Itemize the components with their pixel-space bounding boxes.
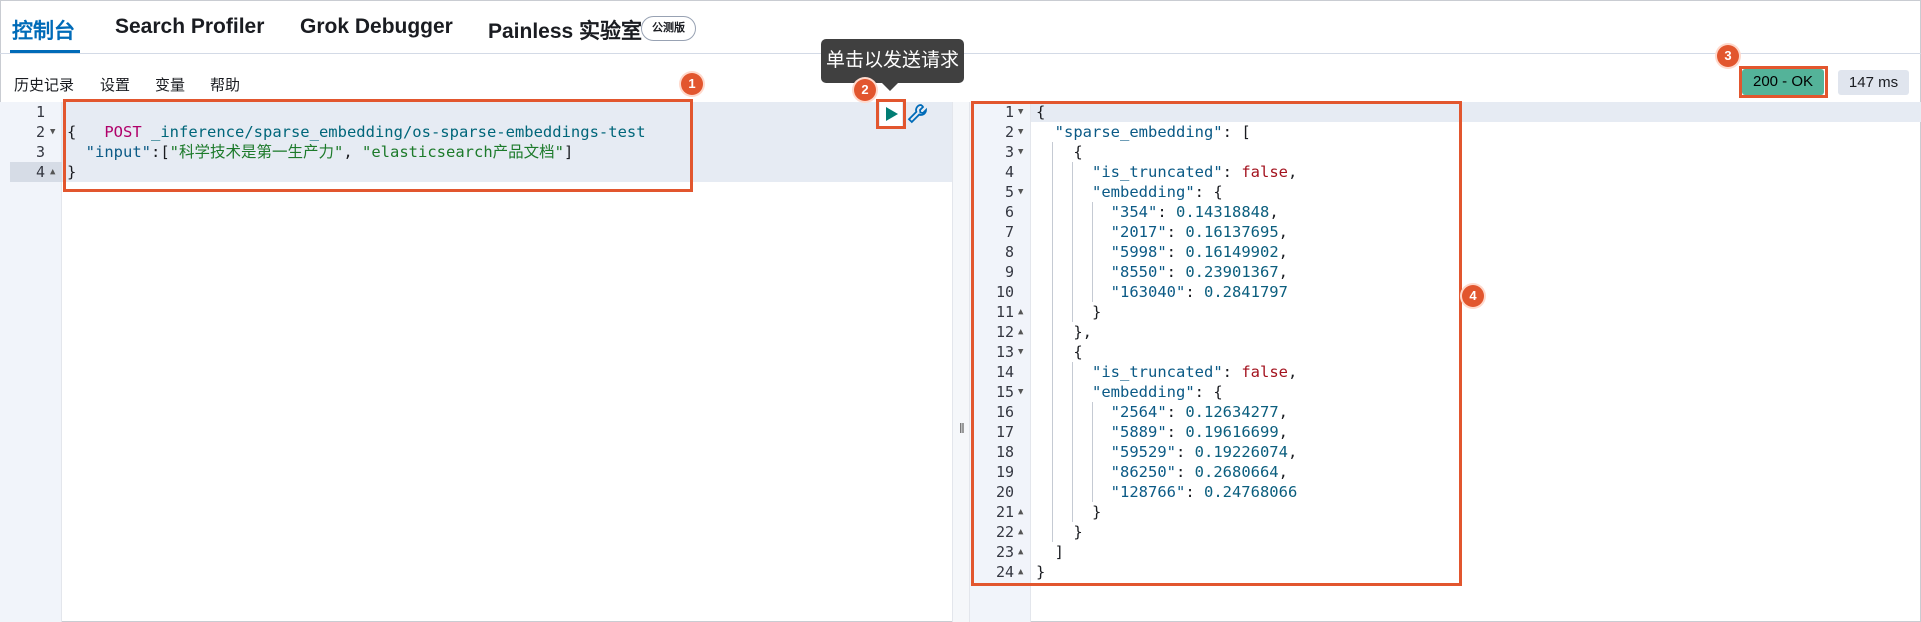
send-request-tooltip: 单击以发送请求 <box>821 39 964 83</box>
annotation-box-run <box>876 99 906 129</box>
tab-grok-debugger[interactable]: Grok Debugger <box>300 15 453 39</box>
annotation-box-status <box>1739 66 1828 98</box>
menu-history[interactable]: 历史记录 <box>14 74 74 95</box>
fold-marker-icon[interactable]: ▲ <box>50 162 55 182</box>
resize-grip-icon: ‖ <box>959 420 965 436</box>
annotation-badge-2: 2 <box>854 79 876 101</box>
tab-search-profiler[interactable]: Search Profiler <box>115 15 264 39</box>
wrench-icon[interactable] <box>906 102 928 126</box>
line-number: 3 <box>35 143 45 161</box>
menu-settings[interactable]: 设置 <box>100 74 130 95</box>
panel-resize-divider[interactable]: ‖ <box>952 102 970 622</box>
tooltip-arrow <box>882 83 898 91</box>
response-time-badge: 147 ms <box>1838 70 1909 95</box>
active-tab-indicator <box>10 50 80 53</box>
annotation-box-request <box>63 99 693 192</box>
menu-variables[interactable]: 变量 <box>155 74 185 95</box>
tab-painless-lab[interactable]: Painless 实验室 <box>488 15 642 45</box>
beta-badge: 公测版 <box>641 16 696 41</box>
annotation-box-response <box>971 101 1462 586</box>
line-number: 2 <box>35 123 45 141</box>
menu-help[interactable]: 帮助 <box>210 74 240 95</box>
annotation-badge-1: 1 <box>681 73 703 95</box>
line-number: 1 <box>35 103 45 121</box>
annotation-badge-3: 3 <box>1717 45 1739 67</box>
tab-console[interactable]: 控制台 <box>12 15 75 45</box>
annotation-badge-4: 4 <box>1462 285 1484 307</box>
fold-toggle-icon[interactable]: ▼ <box>50 122 55 142</box>
line-number: 4 <box>35 163 45 181</box>
